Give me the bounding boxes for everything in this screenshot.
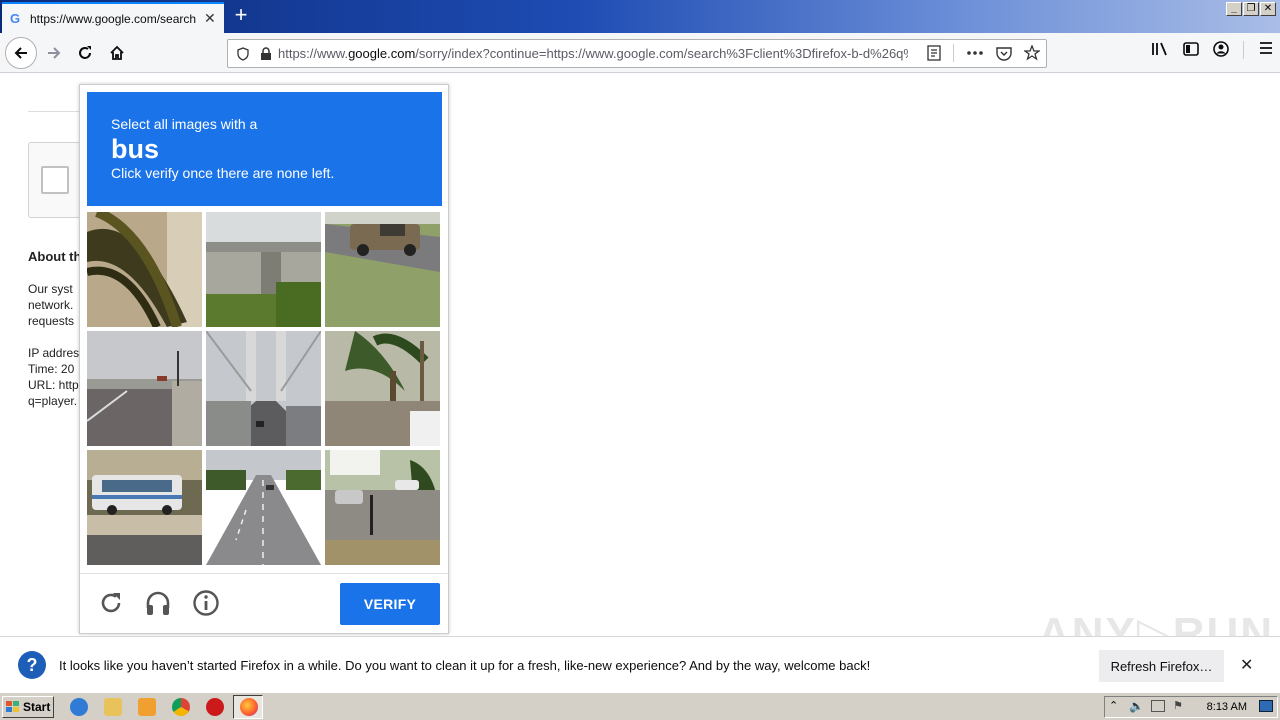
- captcha-tile-parking-lot[interactable]: [325, 450, 440, 565]
- navigation-toolbar: https://www.google.com/sorry/index?conti…: [0, 33, 1280, 73]
- about-line: Our syst: [28, 282, 73, 296]
- about-line: q=player.: [28, 394, 78, 408]
- account-icon[interactable]: [1213, 41, 1229, 57]
- question-icon: ?: [18, 651, 46, 679]
- home-icon: [110, 45, 124, 60]
- captcha-tile-overpass[interactable]: [206, 212, 321, 327]
- audio-challenge-button[interactable]: [143, 588, 173, 618]
- firefox-taskbar-button[interactable]: [233, 695, 263, 719]
- clock[interactable]: 8:13 AM: [1207, 701, 1247, 713]
- reload-challenge-button[interactable]: [96, 588, 126, 618]
- start-button[interactable]: Start: [2, 696, 54, 718]
- tab-title: https://www.google.com/search?c: [30, 11, 196, 26]
- volume-icon[interactable]: 🔈: [1129, 699, 1144, 713]
- show-desktop-icon[interactable]: [1259, 700, 1273, 712]
- forward-button[interactable]: [40, 39, 68, 67]
- url-text[interactable]: https://www.google.com/sorry/index?conti…: [278, 46, 908, 61]
- flag-icon[interactable]: ⚑: [1173, 699, 1183, 712]
- start-label: Start: [23, 700, 51, 714]
- about-line: URL: http: [28, 378, 79, 392]
- captcha-tile-intersection[interactable]: [87, 331, 202, 446]
- forward-arrow-icon: [48, 47, 61, 59]
- captcha-tile-bus[interactable]: [87, 450, 202, 565]
- image-grid: [87, 212, 442, 567]
- home-button[interactable]: [103, 39, 131, 67]
- folder-icon[interactable]: [104, 698, 122, 716]
- internet-explorer-icon[interactable]: [70, 698, 88, 716]
- chrome-icon[interactable]: [172, 698, 190, 716]
- title-bar: G https://www.google.com/search?c ✕ + _ …: [0, 0, 1280, 33]
- pocket-icon[interactable]: [996, 46, 1012, 61]
- notification-bar: ? It looks like you haven’t started Fire…: [0, 636, 1280, 692]
- info-icon: [193, 590, 219, 616]
- captcha-tile-pickup-truck[interactable]: [325, 212, 440, 327]
- minimize-button[interactable]: _: [1226, 2, 1242, 16]
- url-actions: [927, 44, 1040, 62]
- about-line: IP addres: [28, 346, 80, 360]
- windows-logo-icon: [6, 701, 19, 712]
- back-button[interactable]: [5, 37, 37, 69]
- browser-tab[interactable]: G https://www.google.com/search?c ✕: [2, 2, 224, 33]
- instruction-line: Select all images with a: [111, 116, 258, 132]
- captcha-instructions: Select all images with a bus Click verif…: [87, 92, 442, 206]
- toolbar-right: [1151, 41, 1274, 59]
- hamburger-menu-icon[interactable]: [1258, 41, 1274, 55]
- library-icon[interactable]: [1151, 41, 1169, 57]
- instruction-hint: Click verify once there are none left.: [111, 165, 335, 181]
- captcha-tile-palm-tree[interactable]: [87, 212, 202, 327]
- target-object: bus: [111, 134, 160, 164]
- refresh-icon: [101, 593, 121, 613]
- lock-icon[interactable]: [260, 46, 272, 61]
- opera-icon[interactable]: [206, 698, 224, 716]
- captcha-tile-bridge[interactable]: [206, 331, 321, 446]
- help-button[interactable]: [191, 588, 221, 618]
- tray-expand-icon[interactable]: ⌃: [1109, 699, 1118, 712]
- about-line: network.: [28, 298, 74, 312]
- shield-icon[interactable]: [236, 46, 250, 61]
- captcha-challenge: Select all images with a bus Click verif…: [79, 84, 449, 634]
- notification-text: It looks like you haven’t started Firefo…: [59, 658, 871, 673]
- reload-button[interactable]: [71, 39, 99, 67]
- sidebar-icon[interactable]: [1183, 41, 1199, 57]
- recaptcha-checkbox[interactable]: [41, 166, 69, 194]
- network-icon[interactable]: [1151, 700, 1165, 712]
- reader-view-icon[interactable]: [927, 45, 941, 61]
- tab-close-icon[interactable]: ✕: [204, 10, 216, 27]
- bookmark-star-icon[interactable]: [1024, 45, 1040, 61]
- reload-icon: [79, 46, 91, 59]
- google-favicon-icon: G: [10, 10, 21, 26]
- page-actions-icon[interactable]: [966, 50, 984, 56]
- verify-button[interactable]: VERIFY: [340, 583, 440, 625]
- about-text: Our syst network. requests IP addres Tim…: [28, 281, 80, 409]
- about-line: requests: [28, 314, 75, 328]
- url-bar[interactable]: https://www.google.com/sorry/index?conti…: [227, 39, 1047, 68]
- refresh-firefox-button[interactable]: Refresh Firefox…: [1099, 650, 1224, 682]
- captcha-tile-street-palm[interactable]: [325, 331, 440, 446]
- close-window-button[interactable]: ✕: [1260, 2, 1276, 16]
- close-notification-icon[interactable]: ✕: [1240, 655, 1253, 675]
- back-arrow-icon: [14, 47, 27, 59]
- media-player-icon[interactable]: [138, 698, 156, 716]
- window-controls: _ ❐ ✕: [1226, 2, 1276, 16]
- new-tab-button[interactable]: +: [230, 4, 252, 28]
- taskbar: Start ⌃ 🔈 ⚑ 8:13 AM: [0, 692, 1280, 720]
- headphones-icon: [146, 591, 170, 615]
- restore-button[interactable]: ❐: [1243, 2, 1259, 16]
- about-heading: About th: [28, 249, 82, 264]
- toolbar-divider: [1243, 41, 1244, 59]
- url-divider: [953, 44, 954, 62]
- captcha-tile-highway[interactable]: [206, 450, 321, 565]
- firefox-icon: [240, 698, 258, 716]
- system-tray: ⌃ 🔈 ⚑ 8:13 AM: [1104, 696, 1278, 718]
- about-line: Time: 20: [28, 362, 75, 376]
- captcha-footer: VERIFY: [80, 573, 448, 634]
